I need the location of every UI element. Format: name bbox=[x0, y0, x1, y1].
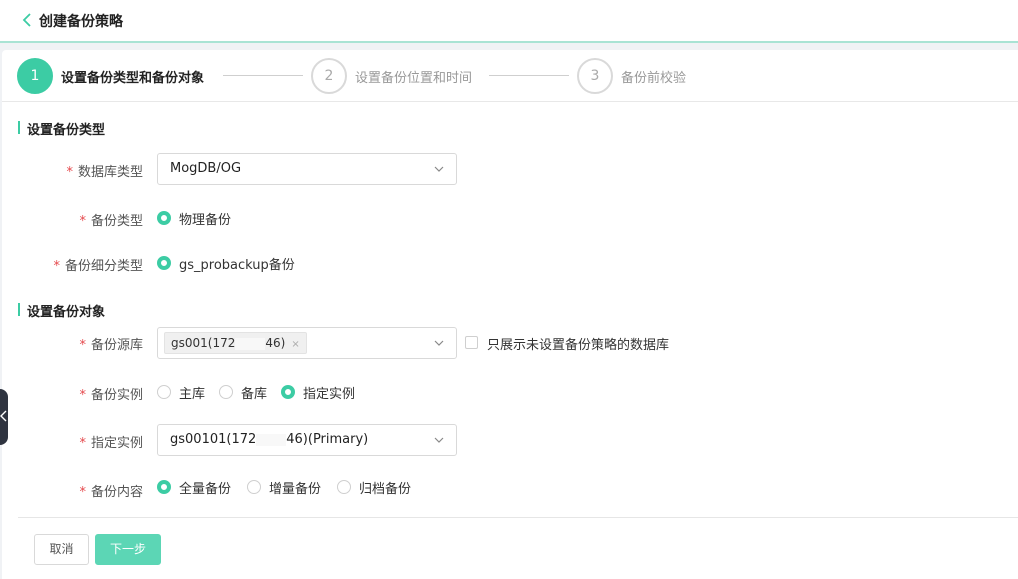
step-connector bbox=[223, 75, 303, 76]
next-step-button[interactable]: 下一步 bbox=[95, 534, 161, 565]
db-type-select[interactable]: MogDB/OG bbox=[157, 153, 457, 185]
source-db-tag: gs001(172 46) × bbox=[164, 332, 307, 354]
section-title-backup-type: 设置备份类型 bbox=[18, 119, 105, 138]
content-label: * 备份内容 bbox=[79, 485, 143, 500]
unassigned-only-label: 只展示未设置备份策略的数据库 bbox=[487, 338, 670, 353]
step-3-circle: 3 bbox=[577, 58, 613, 94]
source-db-label: * 备份源库 bbox=[79, 338, 143, 353]
step-connector bbox=[489, 75, 569, 76]
radio-gs-probackup[interactable] bbox=[157, 256, 171, 270]
backup-type-label: * 备份类型 bbox=[79, 214, 143, 229]
top-bar: 创建备份策略 bbox=[0, 0, 1018, 41]
source-db-select[interactable]: gs001(172 46) × bbox=[157, 327, 457, 359]
chevron-left-icon[interactable] bbox=[21, 13, 33, 27]
radio-label-standby: 备库 bbox=[241, 387, 268, 402]
specified-instance-label: * 指定实例 bbox=[79, 436, 143, 451]
radio-full-backup[interactable] bbox=[157, 480, 171, 494]
radio-incremental-backup[interactable] bbox=[247, 480, 261, 494]
instance-label: * 备份实例 bbox=[79, 388, 143, 403]
specified-instance-value: gs00101(172 46)(Primary) bbox=[170, 432, 369, 447]
backup-subtype-label: * 备份细分类型 bbox=[53, 259, 143, 274]
radio-label-archive-backup: 归档备份 bbox=[359, 482, 412, 497]
radio-standby[interactable] bbox=[219, 385, 233, 399]
step-2-label: 设置备份位置和时间 bbox=[355, 71, 473, 86]
chevron-down-icon bbox=[434, 166, 444, 172]
tag-close-icon[interactable]: × bbox=[291, 339, 299, 350]
footer-divider bbox=[18, 517, 1018, 518]
stepper: 1 设置备份类型和备份对象 2 设置备份位置和时间 3 备份前校验 bbox=[2, 50, 1018, 102]
radio-primary[interactable] bbox=[157, 385, 171, 399]
unassigned-only-checkbox[interactable] bbox=[465, 336, 478, 349]
db-type-label: * 数据库类型 bbox=[66, 165, 143, 180]
cancel-button[interactable]: 取消 bbox=[34, 534, 89, 565]
radio-label-gs-probackup: gs_probackup备份 bbox=[179, 258, 295, 273]
form-card: 1 设置备份类型和备份对象 2 设置备份位置和时间 3 备份前校验 设置备份类型… bbox=[2, 50, 1018, 579]
specified-instance-select[interactable]: gs00101(172 46)(Primary) bbox=[157, 424, 457, 456]
step-1-circle: 1 bbox=[17, 58, 53, 94]
radio-archive-backup[interactable] bbox=[337, 480, 351, 494]
db-type-value: MogDB/OG bbox=[170, 161, 242, 176]
chevron-down-icon bbox=[434, 437, 444, 443]
section-title-backup-object: 设置备份对象 bbox=[18, 301, 105, 320]
masked-ip bbox=[235, 337, 266, 350]
chevron-left-icon bbox=[0, 410, 7, 422]
radio-label-specified-instance: 指定实例 bbox=[303, 387, 356, 402]
masked-ip bbox=[256, 433, 287, 446]
step-3-label: 备份前校验 bbox=[621, 71, 687, 86]
radio-physical-backup[interactable] bbox=[157, 211, 171, 225]
radio-label-primary: 主库 bbox=[179, 387, 206, 402]
step-1-label: 设置备份类型和备份对象 bbox=[61, 71, 205, 86]
radio-label-physical-backup: 物理备份 bbox=[179, 213, 232, 228]
radio-label-full-backup: 全量备份 bbox=[179, 482, 232, 497]
header-divider bbox=[0, 41, 1018, 43]
radio-label-incremental-backup: 增量备份 bbox=[269, 482, 322, 497]
chevron-down-icon bbox=[434, 340, 444, 346]
page-title: 创建备份策略 bbox=[39, 14, 123, 30]
step-2-circle: 2 bbox=[311, 58, 347, 94]
side-collapse-handle[interactable] bbox=[0, 389, 8, 445]
radio-specified-instance[interactable] bbox=[281, 385, 295, 399]
